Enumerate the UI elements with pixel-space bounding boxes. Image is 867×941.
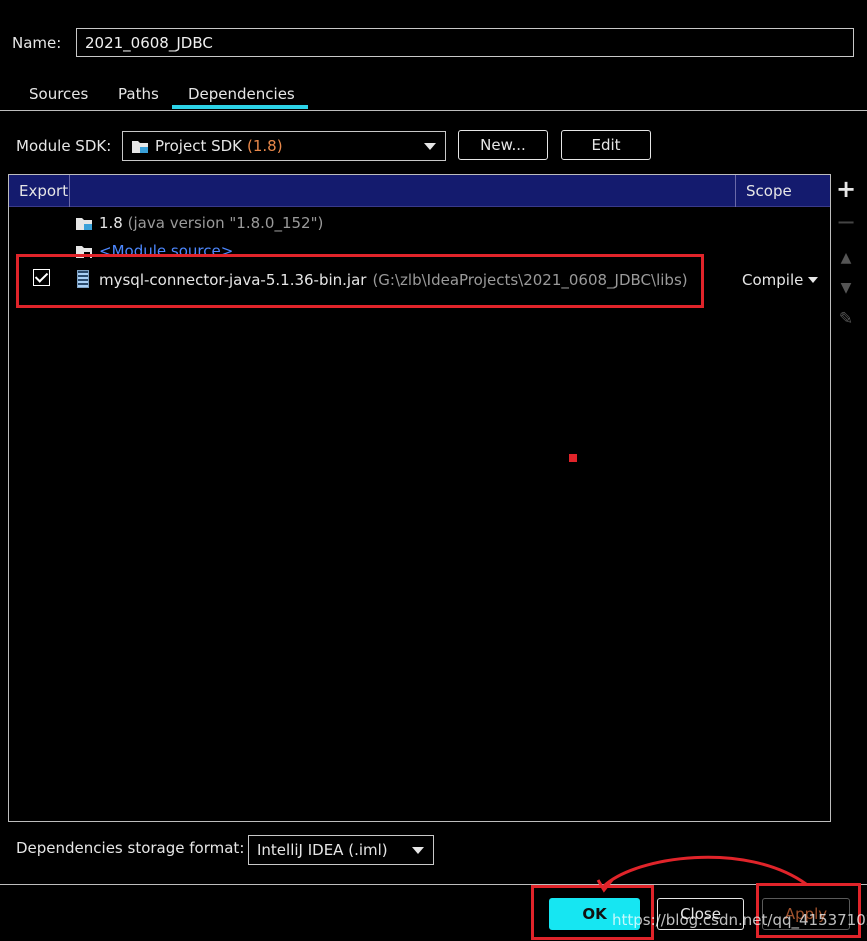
sdk-folder-icon	[132, 141, 148, 153]
storage-format-select[interactable]: IntelliJ IDEA (.iml)	[248, 835, 434, 865]
column-divider	[69, 175, 70, 207]
table-side-toolbar: + − ▲ ▼ ✎	[831, 174, 861, 822]
jdk-detail: (java version "1.8.0_152")	[127, 214, 324, 232]
scope-select[interactable]: Compile	[742, 271, 819, 289]
tab-paths[interactable]: Paths	[118, 85, 159, 103]
table-header: Export Scope	[9, 175, 830, 207]
chevron-down-icon	[424, 143, 436, 150]
watermark: https://blog.csdn.net/qq_41537102	[612, 911, 867, 929]
edit-sdk-button[interactable]: Edit	[561, 130, 651, 160]
storage-format-value: IntelliJ IDEA (.iml)	[257, 841, 388, 859]
tab-sources[interactable]: Sources	[29, 85, 88, 103]
storage-format-label: Dependencies storage format:	[16, 839, 245, 857]
jdk-name: 1.8	[99, 214, 123, 232]
scope-column-header[interactable]: Scope	[746, 182, 792, 200]
sdk-version: (1.8)	[247, 137, 283, 155]
chevron-down-icon	[412, 847, 424, 854]
module-sdk-select[interactable]: Project SDK (1.8)	[122, 131, 446, 161]
export-column-header[interactable]: Export	[19, 182, 68, 200]
sdk-selected-text: Project SDK	[155, 137, 242, 155]
move-up-icon[interactable]: ▲	[831, 248, 861, 268]
annotation-dot	[569, 454, 577, 462]
move-down-icon[interactable]: ▼	[831, 278, 861, 298]
jdk-folder-icon	[76, 218, 92, 230]
name-input[interactable]	[76, 28, 854, 57]
minus-icon[interactable]: −	[831, 210, 861, 234]
chevron-down-icon	[808, 277, 819, 283]
table-row[interactable]: 1.8 (java version "1.8.0_152")	[99, 214, 323, 232]
plus-icon[interactable]: +	[831, 177, 861, 201]
tabs-divider	[0, 110, 867, 111]
annotation-arrow-icon	[596, 855, 807, 893]
edit-icon[interactable]: ✎	[831, 309, 861, 329]
new-sdk-button[interactable]: New...	[458, 130, 548, 160]
module-sdk-label: Module SDK:	[16, 137, 112, 155]
active-tab-indicator	[172, 105, 308, 109]
column-divider	[735, 175, 736, 207]
scope-value: Compile	[742, 271, 804, 289]
name-label: Name:	[12, 34, 62, 52]
annotation-highlight-jar-row	[16, 254, 704, 308]
tab-dependencies[interactable]: Dependencies	[188, 85, 295, 103]
